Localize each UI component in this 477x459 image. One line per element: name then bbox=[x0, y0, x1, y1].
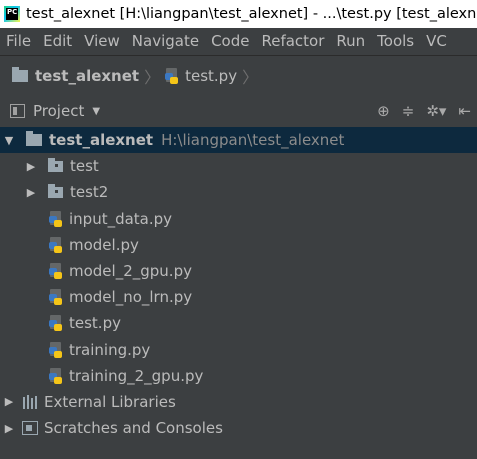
tree-folder-row[interactable]: ▶ test bbox=[0, 153, 477, 179]
tree-scratches-row[interactable]: ▶ Scratches and Consoles bbox=[0, 415, 477, 441]
scratches-label: Scratches and Consoles bbox=[44, 419, 223, 438]
menu-edit[interactable]: Edit bbox=[37, 32, 78, 50]
menu-refactor[interactable]: Refactor bbox=[255, 32, 330, 50]
navigation-bar: test_alexnet 〉 test.py 〉 bbox=[0, 55, 477, 97]
menu-bar: File Edit View Navigate Code Refactor Ru… bbox=[0, 28, 477, 54]
file-name: training.py bbox=[69, 340, 151, 359]
library-icon bbox=[22, 394, 38, 409]
breadcrumb-project[interactable]: test_alexnet 〉 bbox=[12, 64, 164, 88]
menu-run[interactable]: Run bbox=[330, 32, 371, 50]
collapsed-arrow-icon[interactable]: ▶ bbox=[26, 186, 36, 199]
python-file-icon bbox=[164, 68, 180, 84]
tree-file-row[interactable]: test.py bbox=[0, 310, 477, 336]
folder-icon bbox=[48, 157, 63, 172]
python-file-icon bbox=[48, 289, 64, 306]
tree-root-row[interactable]: ▼ test_alexnet H:\liangpan\test_alexnet bbox=[0, 127, 477, 154]
python-file-icon bbox=[48, 315, 64, 332]
collapsed-arrow-icon[interactable]: ▶ bbox=[26, 160, 36, 173]
breadcrumb-separator-icon: 〉 bbox=[144, 68, 161, 87]
file-name: model.py bbox=[69, 235, 139, 254]
breadcrumb-separator-icon: 〉 bbox=[242, 68, 259, 87]
gear-icon[interactable]: ✲▾ bbox=[426, 102, 446, 120]
project-tree: ▼ test_alexnet H:\liangpan\test_alexnet … bbox=[0, 127, 477, 441]
project-tool-window-header: Project ▼ ⊕ ≑ ✲▾ ⇤ bbox=[0, 96, 477, 126]
root-folder-name: test_alexnet bbox=[49, 131, 154, 150]
window-title: test_alexnet [H:\liangpan\test_alexnet] … bbox=[26, 6, 477, 22]
pycharm-logo-icon: PC bbox=[4, 6, 20, 22]
locate-icon[interactable]: ⊕ bbox=[377, 102, 390, 120]
window-title-bar: PC test_alexnet [H:\liangpan\test_alexne… bbox=[0, 0, 477, 28]
breadcrumb-project-label: test_alexnet bbox=[35, 67, 140, 85]
folder-icon bbox=[26, 131, 42, 147]
file-name: model_2_gpu.py bbox=[69, 262, 192, 281]
file-name: training_2_gpu.py bbox=[69, 366, 204, 385]
external-libraries-label: External Libraries bbox=[44, 392, 176, 411]
tree-external-libraries-row[interactable]: ▶ External Libraries bbox=[0, 389, 477, 415]
menu-tools[interactable]: Tools bbox=[371, 32, 420, 50]
tool-window-title[interactable]: Project bbox=[33, 102, 84, 120]
menu-file[interactable]: File bbox=[0, 32, 37, 50]
python-file-icon bbox=[48, 341, 64, 358]
file-name: test.py bbox=[69, 314, 121, 333]
menu-vcs[interactable]: VC bbox=[420, 32, 453, 50]
chevron-down-icon[interactable]: ▼ bbox=[92, 106, 100, 117]
tree-file-row[interactable]: model.py bbox=[0, 232, 477, 258]
python-file-icon bbox=[48, 210, 64, 227]
python-file-icon bbox=[48, 236, 64, 253]
tree-folder-row[interactable]: ▶ test2 bbox=[0, 179, 477, 205]
menu-view[interactable]: View bbox=[78, 32, 126, 50]
folder-name: test bbox=[70, 157, 99, 176]
folder-icon bbox=[12, 67, 28, 82]
hide-icon[interactable]: ⇤ bbox=[458, 102, 471, 120]
scratches-icon bbox=[22, 421, 38, 436]
file-name: input_data.py bbox=[69, 209, 173, 228]
breadcrumb-file[interactable]: test.py 〉 bbox=[164, 64, 262, 88]
python-file-icon bbox=[48, 263, 64, 280]
tree-file-row[interactable]: training.py bbox=[0, 337, 477, 363]
menu-code[interactable]: Code bbox=[205, 32, 255, 50]
tree-file-row[interactable]: training_2_gpu.py bbox=[0, 363, 477, 389]
tree-file-row[interactable]: model_no_lrn.py bbox=[0, 284, 477, 310]
tree-file-row[interactable]: model_2_gpu.py bbox=[0, 258, 477, 284]
breadcrumb-file-label: test.py bbox=[185, 67, 238, 85]
project-view-icon bbox=[10, 104, 25, 118]
folder-name: test2 bbox=[70, 183, 109, 202]
python-file-icon bbox=[48, 367, 64, 384]
folder-icon bbox=[48, 183, 63, 198]
tree-file-row[interactable]: input_data.py bbox=[0, 206, 477, 232]
menu-navigate[interactable]: Navigate bbox=[126, 32, 205, 50]
file-name: model_no_lrn.py bbox=[69, 288, 193, 307]
root-folder-path: H:\liangpan\test_alexnet bbox=[161, 131, 345, 150]
collapse-icon[interactable]: ≑ bbox=[402, 102, 415, 120]
collapsed-arrow-icon[interactable]: ▶ bbox=[4, 422, 14, 435]
expanded-arrow-icon[interactable]: ▼ bbox=[4, 134, 14, 147]
collapsed-arrow-icon[interactable]: ▶ bbox=[4, 395, 14, 408]
tool-window-actions: ⊕ ≑ ✲▾ ⇤ bbox=[377, 96, 471, 126]
